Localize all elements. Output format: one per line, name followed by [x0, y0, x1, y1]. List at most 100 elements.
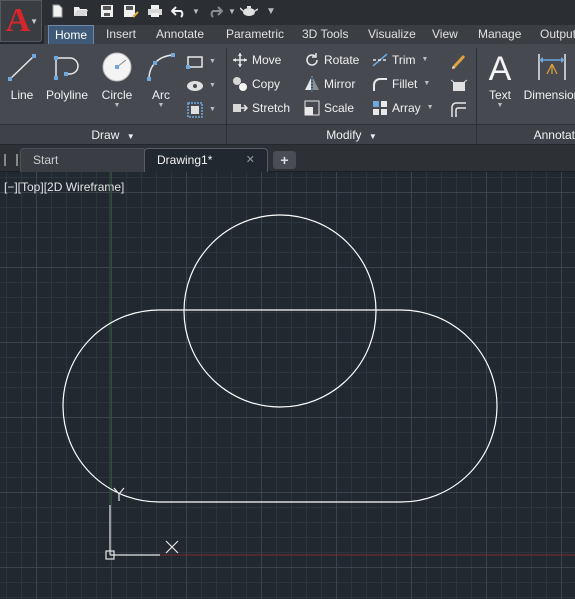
save-icon[interactable]	[98, 4, 116, 20]
arc-button[interactable]: Arc ▼	[142, 50, 180, 120]
rotate-button[interactable]: Rotate	[304, 50, 359, 70]
new-file-icon[interactable]	[48, 4, 66, 20]
tab-visualize[interactable]: Visualize	[362, 25, 422, 44]
trim-icon	[372, 52, 388, 68]
circle-shape[interactable]	[183, 214, 377, 408]
scale-button[interactable]: Scale	[304, 98, 354, 118]
app-menu-dropdown-icon: ▼	[30, 17, 38, 26]
mirror-button[interactable]: Mirror	[304, 74, 355, 94]
circle-label: Circle	[101, 88, 133, 102]
application-menu-button[interactable]: A ▼	[0, 0, 42, 42]
tab-3d-tools[interactable]: 3D Tools	[296, 25, 354, 44]
save-as-icon[interactable]	[122, 4, 140, 20]
fillet-button[interactable]: Fillet ▼	[372, 74, 430, 94]
text-button[interactable]: A Text ▼	[482, 50, 518, 120]
scale-label: Scale	[324, 101, 355, 115]
circle-dropdown-icon[interactable]: ▼	[96, 102, 138, 110]
drawing-area[interactable]	[0, 172, 575, 599]
line-icon	[8, 54, 36, 81]
fillet-dropdown-icon[interactable]: ▼	[423, 74, 430, 94]
tab-output[interactable]: Output	[534, 25, 575, 44]
undo-dropdown-icon[interactable]: ▼	[192, 4, 200, 20]
share-teapot-icon[interactable]	[239, 4, 259, 20]
rectangle-dropdown-icon[interactable]: ▼	[209, 58, 216, 65]
array-label: Array	[392, 101, 421, 115]
arc-label: Arc	[152, 88, 170, 102]
trim-label: Trim	[392, 53, 416, 67]
dimension-button[interactable]: Dimension	[522, 50, 575, 120]
print-icon[interactable]	[146, 4, 164, 20]
dimension-icon	[538, 54, 566, 80]
file-tab-menu-icon[interactable]	[4, 154, 18, 166]
text-dropdown-icon[interactable]: ▼	[482, 102, 518, 110]
circle-icon	[102, 52, 132, 82]
tab-insert[interactable]: Insert	[100, 25, 142, 44]
ribbon: Line Polyline Circle ▼ Arc ▼ ▼ ▼ ▼ Draw	[0, 44, 575, 144]
move-icon	[232, 52, 248, 68]
hatch-icon[interactable]	[186, 77, 204, 95]
text-label: Text	[488, 88, 511, 102]
tab-annotate[interactable]: Annotate	[150, 25, 210, 44]
line-button[interactable]: Line	[4, 50, 40, 120]
move-label: Move	[252, 53, 282, 67]
dimension-label: Dimension	[523, 88, 575, 102]
tab-drawing1[interactable]: Drawing1* ✕	[144, 148, 268, 172]
trim-dropdown-icon[interactable]: ▼	[422, 50, 429, 70]
boundary-icon[interactable]	[186, 101, 204, 119]
file-tab-bar: Start Drawing1* ✕ +	[0, 145, 575, 172]
tab-home[interactable]: Home	[48, 25, 95, 44]
copy-button[interactable]: Copy	[232, 74, 280, 94]
plus-icon: +	[280, 152, 289, 168]
stretch-button[interactable]: Stretch	[232, 98, 290, 118]
redo-dropdown-icon[interactable]: ▼	[228, 4, 236, 20]
ucs-x-label	[165, 540, 179, 554]
ribbon-tab-bar: Home Insert Annotate Parametric 3D Tools…	[44, 25, 575, 44]
modify-panel-title[interactable]: Modify ▼	[227, 124, 476, 144]
modify-panel-label: Modify	[326, 128, 362, 142]
arc-icon	[147, 53, 175, 81]
offset-icon[interactable]	[450, 101, 468, 119]
drawing-canvas[interactable]: [−][Top][2D Wireframe]	[0, 172, 575, 599]
close-tab-icon[interactable]: ✕	[246, 149, 255, 171]
modify-panel-expand-icon: ▼	[368, 132, 377, 141]
redo-icon[interactable]	[206, 4, 224, 20]
hatch-dropdown-icon[interactable]: ▼	[209, 82, 216, 89]
svg-text:A: A	[489, 50, 512, 84]
open-folder-icon[interactable]	[72, 4, 90, 20]
new-tab-button[interactable]: +	[273, 151, 296, 169]
boundary-dropdown-icon[interactable]: ▼	[209, 106, 216, 113]
circle-button[interactable]: Circle ▼	[96, 50, 138, 120]
rotate-label: Rotate	[324, 53, 360, 67]
annotation-panel-title[interactable]: Annotat	[477, 124, 575, 144]
copy-label: Copy	[252, 77, 281, 91]
text-icon: A	[489, 50, 512, 84]
copy-icon	[232, 76, 248, 92]
array-dropdown-icon[interactable]: ▼	[427, 98, 434, 118]
trim-button[interactable]: Trim ▼	[372, 50, 428, 70]
draw-panel-title[interactable]: Draw ▼	[0, 124, 226, 144]
undo-icon[interactable]	[170, 4, 188, 20]
arc-dropdown-icon[interactable]: ▼	[142, 102, 180, 110]
tab-parametric[interactable]: Parametric	[220, 25, 290, 44]
tab-manage[interactable]: Manage	[472, 25, 527, 44]
tab-drawing1-label: Drawing1*	[157, 153, 213, 167]
array-button[interactable]: Array ▼	[372, 98, 434, 118]
tab-start[interactable]: Start	[20, 148, 146, 172]
mirror-label: Mirror	[324, 77, 356, 91]
obround-shape[interactable]	[62, 309, 498, 503]
quick-access-toolbar: ▼ ▼ ▼	[0, 0, 575, 25]
polyline-button[interactable]: Polyline	[42, 50, 92, 120]
erase-icon[interactable]	[450, 53, 468, 71]
tab-start-label: Start	[33, 153, 59, 167]
ucs-icon	[105, 487, 179, 560]
line-label: Line	[10, 88, 34, 102]
rectangle-icon[interactable]	[186, 53, 204, 71]
tab-view[interactable]: View	[426, 25, 464, 44]
draw-panel-expand-icon: ▼	[126, 132, 135, 141]
customize-qat-icon[interactable]: ▼	[266, 4, 276, 20]
stretch-icon	[232, 100, 249, 116]
annotation-panel-label: Annotat	[533, 128, 575, 142]
explode-icon[interactable]	[450, 77, 468, 95]
stretch-label: Stretch	[252, 101, 291, 115]
move-button[interactable]: Move	[232, 50, 281, 70]
